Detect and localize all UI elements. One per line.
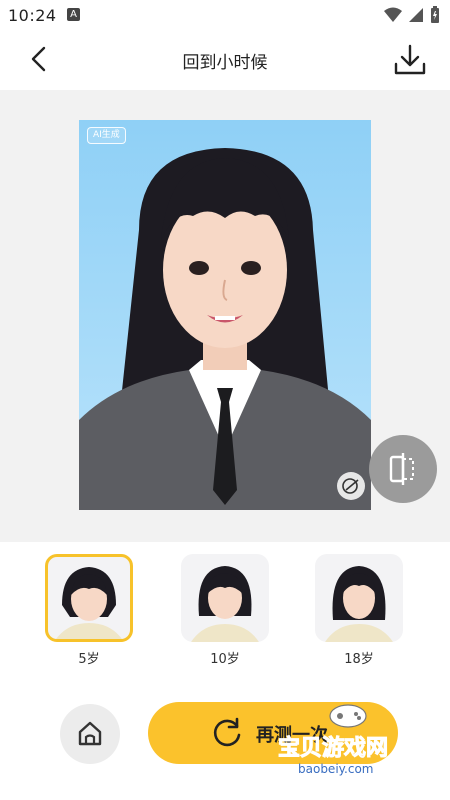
refresh-icon [213, 717, 241, 747]
home-icon [78, 721, 102, 746]
status-icons [384, 6, 440, 24]
watermark-text: 宝贝游戏网 [277, 736, 389, 762]
thumbnail-label-10: 10岁 [210, 652, 240, 667]
thumbnail-age-5[interactable] [45, 554, 133, 642]
thumbnail-age-10[interactable] [181, 554, 269, 642]
thumbnail-label-5: 5岁 [78, 652, 100, 667]
download-icon[interactable] [392, 42, 428, 78]
flip-compare-button[interactable] [369, 435, 437, 503]
page-title: 回到小时候 [182, 53, 268, 73]
thumbnail-image [191, 566, 259, 642]
age-thumbnails: 5岁 10岁 18岁 [0, 542, 450, 682]
thumbnail-age-18[interactable] [315, 554, 403, 642]
compare-toggle-icon[interactable] [337, 472, 365, 500]
preview-area: AI生成 [0, 90, 450, 542]
gamepad-icon [329, 704, 367, 728]
app-bar: 回到小时候 [0, 30, 450, 90]
thumbnail-label-18: 18岁 [344, 652, 374, 667]
battery-icon [431, 6, 439, 23]
ai-generated-badge: AI生成 [87, 127, 126, 144]
thumbnail-image [56, 567, 122, 639]
thumbnail-image [325, 566, 393, 642]
status-bar: 10:24 A [0, 0, 450, 30]
home-button[interactable] [60, 704, 120, 764]
wifi-icon [384, 7, 402, 22]
generated-portrait: AI生成 [79, 120, 371, 510]
split-view-icon [389, 453, 414, 485]
watermark: 宝贝游戏网 baobeiy.com [270, 700, 420, 785]
signal-icon [409, 8, 423, 22]
watermark-url: baobeiy.com [298, 762, 374, 776]
status-time: 10:24 [8, 6, 57, 25]
notification-icon: A [67, 8, 80, 21]
portrait-illustration [79, 148, 371, 510]
